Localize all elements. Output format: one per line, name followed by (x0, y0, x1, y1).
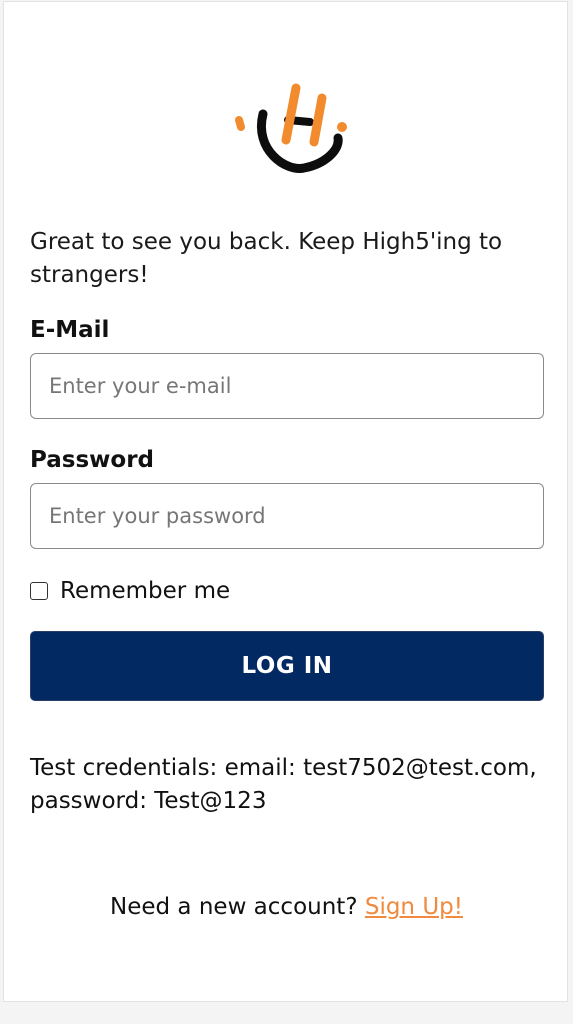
remember-me-checkbox[interactable] (30, 582, 48, 600)
login-card: Great to see you back. Keep High5'ing to… (3, 1, 568, 1002)
remember-me-label[interactable]: Remember me (60, 578, 230, 604)
password-label: Password (30, 447, 154, 473)
password-field[interactable] (30, 483, 544, 549)
login-button[interactable]: LOG IN (30, 631, 544, 701)
high5-logo-icon (235, 83, 347, 173)
signup-prompt-text: Need a new account? (110, 894, 358, 920)
test-credentials-text: Test credentials: email: test7502@test.c… (30, 755, 537, 814)
email-field[interactable] (30, 353, 544, 419)
signup-prompt-row: Need a new account? Sign Up! (4, 894, 569, 920)
greeting-text: Great to see you back. Keep High5'ing to… (30, 229, 503, 288)
signup-link[interactable]: Sign Up! (365, 894, 463, 920)
remember-me-row[interactable]: Remember me (30, 576, 230, 606)
email-label: E-Mail (30, 317, 110, 343)
